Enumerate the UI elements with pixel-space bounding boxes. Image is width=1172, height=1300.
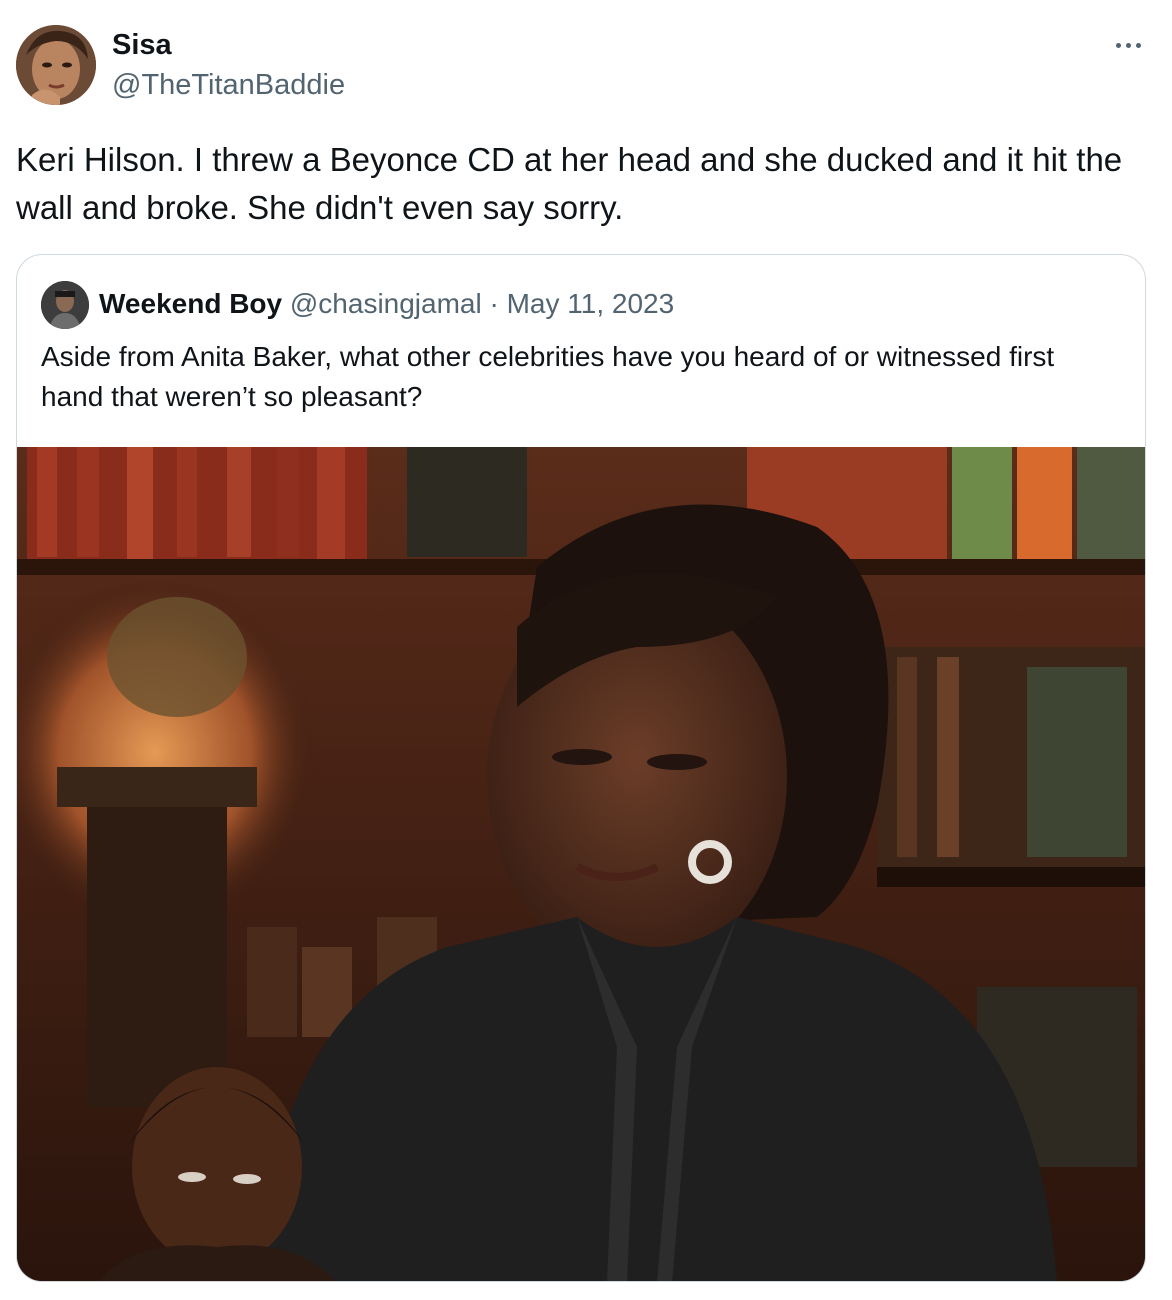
author-handle[interactable]: @TheTitanBaddie xyxy=(112,68,345,102)
tweet-text: Keri Hilson. I threw a Beyonce CD at her… xyxy=(16,141,1123,226)
tweet: Sisa @TheTitanBaddie Keri Hilson. I thre… xyxy=(0,0,1172,1300)
quoted-tweet[interactable]: Weekend Boy @chasingjamal · May 11, 2023… xyxy=(16,254,1146,1282)
dot xyxy=(1125,42,1131,48)
more-options-icon[interactable] xyxy=(1108,30,1148,60)
author-avatar[interactable] xyxy=(16,25,96,105)
quoted-author-display-name[interactable]: Weekend Boy xyxy=(99,288,282,319)
author-display-name[interactable]: Sisa xyxy=(112,28,172,62)
quoted-author-avatar[interactable] xyxy=(41,281,89,329)
quoted-author-handle[interactable]: @chasingjamal xyxy=(290,288,482,319)
quoted-date[interactable]: May 11, 2023 xyxy=(507,288,675,319)
quoted-header: Weekend Boy @chasingjamal · May 11, 2023 xyxy=(99,287,674,321)
separator: · xyxy=(489,288,499,319)
quoted-tweet-text: Aside from Anita Baker, what other celeb… xyxy=(41,341,1055,412)
dot xyxy=(1115,42,1121,48)
dot xyxy=(1135,42,1141,48)
quoted-media-image[interactable] xyxy=(17,447,1145,1281)
